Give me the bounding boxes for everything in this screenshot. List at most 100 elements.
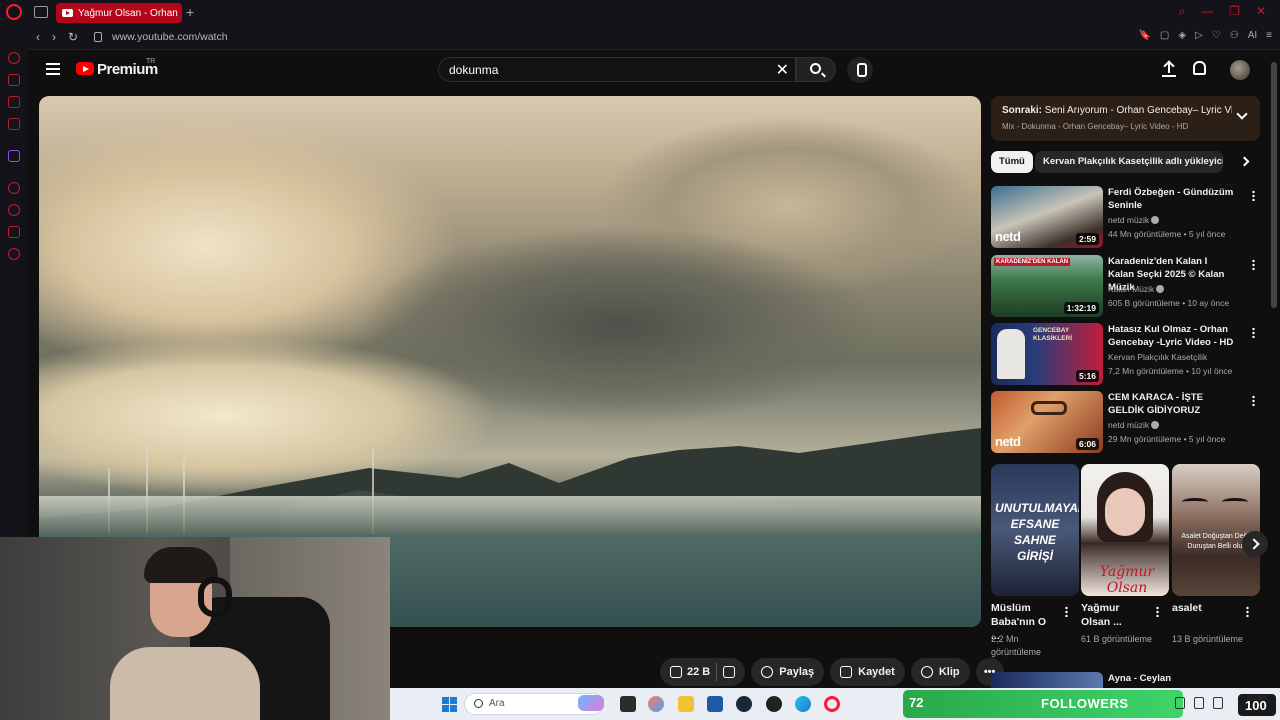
short-thumbnail[interactable]: Asalet Doğuştan Değil Duruştan Belli olu… bbox=[1172, 464, 1260, 596]
task-view-icon[interactable] bbox=[620, 696, 636, 712]
more-options-icon[interactable] bbox=[1156, 606, 1159, 617]
clip-button[interactable]: Klip bbox=[910, 658, 970, 686]
duration: 6:06 bbox=[1075, 438, 1099, 450]
short-title[interactable]: Yağmur Olsan ... bbox=[1081, 601, 1147, 629]
reload-icon[interactable]: ↻ bbox=[68, 30, 78, 44]
settings-icon[interactable] bbox=[8, 248, 20, 260]
thumbnail[interactable]: KARADENİZ'DEN KALAN 1:32:19 bbox=[991, 255, 1103, 317]
player-icon[interactable]: ▷ bbox=[1195, 30, 1203, 41]
player-sidebar-icon[interactable] bbox=[8, 182, 20, 194]
chevron-right-icon[interactable] bbox=[1239, 156, 1250, 167]
volume-icon[interactable] bbox=[1213, 697, 1223, 709]
clear-search-icon[interactable]: ✕ bbox=[776, 60, 789, 80]
notifications-bell-icon[interactable] bbox=[1193, 61, 1206, 75]
mic-tray-icon[interactable] bbox=[1175, 697, 1185, 709]
short-title[interactable]: asalet bbox=[1172, 601, 1238, 615]
short-views: 13 B görüntüleme bbox=[1172, 634, 1244, 644]
more-options-icon[interactable] bbox=[1252, 395, 1255, 406]
channel-name[interactable]: netd müzik bbox=[1108, 420, 1160, 430]
more-options-icon[interactable] bbox=[1252, 259, 1255, 270]
thumbnail[interactable] bbox=[991, 672, 1103, 688]
webcam-overlay bbox=[0, 537, 390, 720]
youtube-logo-icon[interactable] bbox=[76, 62, 94, 75]
chip-uploader[interactable]: Kervan Plakçılık Kasetçilik adlı yükleyi… bbox=[1035, 151, 1223, 173]
forward-icon[interactable]: › bbox=[52, 30, 56, 44]
short-thumbnail[interactable]: Yağmur Olsan bbox=[1081, 464, 1169, 596]
short-overlay-text: Yağmur Olsan bbox=[1099, 564, 1155, 596]
history-icon[interactable] bbox=[8, 204, 20, 216]
copilot-widget-icon[interactable] bbox=[578, 695, 604, 711]
url-field[interactable]: www.youtube.com/watch bbox=[112, 31, 228, 43]
minimize-icon[interactable]: — bbox=[1201, 4, 1213, 19]
store-icon[interactable] bbox=[707, 696, 723, 712]
opera-taskbar-icon[interactable] bbox=[824, 696, 840, 712]
hamburger-menu-icon[interactable] bbox=[46, 63, 60, 75]
list-item[interactable]: netd 2:59 Ferdi Özbeğen - Gündüzüm Senin… bbox=[991, 186, 1260, 248]
thumbnail[interactable]: netd 2:59 bbox=[991, 186, 1103, 248]
new-tab-button[interactable]: + bbox=[186, 4, 194, 20]
more-options-icon[interactable] bbox=[1246, 606, 1249, 617]
chip-all[interactable]: Tümü bbox=[991, 151, 1033, 173]
back-icon[interactable]: ‹ bbox=[36, 30, 40, 44]
upload-icon[interactable] bbox=[1162, 61, 1176, 77]
messenger-icon[interactable] bbox=[8, 96, 20, 108]
windows-start-icon[interactable] bbox=[442, 697, 457, 712]
vpn-icon[interactable]: ◈ bbox=[1178, 30, 1186, 41]
workspace-icon[interactable] bbox=[8, 74, 20, 86]
up-next-panel[interactable]: Sonraki: Seni Arıyorum - Orhan Gencebay–… bbox=[991, 96, 1260, 141]
video-title[interactable]: CEM KARACA - İŞTE GELDİK GİDİYORUZ bbox=[1108, 391, 1236, 417]
taskbar-clock[interactable]: 02:55 bbox=[1248, 693, 1267, 702]
copilot-icon[interactable] bbox=[648, 696, 664, 712]
search-input[interactable]: dokunma ✕ bbox=[438, 57, 796, 82]
search-button[interactable] bbox=[796, 57, 836, 82]
aria-icon[interactable] bbox=[8, 52, 20, 64]
thumbs-up-icon bbox=[670, 666, 682, 678]
steam-icon[interactable] bbox=[736, 696, 752, 712]
bookmark-icon[interactable]: 🔖 bbox=[1138, 30, 1150, 41]
channel-name[interactable]: Kalan Müzik bbox=[1108, 284, 1165, 294]
extensions-icon[interactable] bbox=[8, 226, 20, 238]
more-options-icon[interactable] bbox=[1252, 190, 1255, 201]
list-item[interactable]: GENCEBAY KLASİKLERİ 5:16 Hatasız Kul Olm… bbox=[991, 323, 1260, 385]
tab-islands-icon[interactable] bbox=[34, 6, 48, 18]
obs-icon[interactable] bbox=[766, 696, 782, 712]
network-icon[interactable] bbox=[1194, 697, 1204, 709]
scrollbar-thumb[interactable] bbox=[1271, 62, 1277, 308]
page-scrollbar[interactable] bbox=[1268, 50, 1280, 720]
aria-ai-button[interactable]: AI bbox=[1248, 30, 1257, 41]
shorts-next-button[interactable] bbox=[1242, 531, 1268, 557]
more-options-icon[interactable] bbox=[1065, 606, 1068, 617]
edge-icon[interactable] bbox=[795, 696, 811, 712]
thumbnail[interactable]: GENCEBAY KLASİKLERİ 5:16 bbox=[991, 323, 1103, 385]
close-icon[interactable]: ✕ bbox=[1256, 4, 1266, 19]
lock-icon[interactable] bbox=[94, 32, 102, 42]
like-button[interactable]: 22 B bbox=[670, 666, 710, 678]
instagram-icon[interactable] bbox=[8, 118, 20, 130]
easy-setup-icon[interactable]: ≡ bbox=[1266, 30, 1272, 41]
thumbs-down-icon[interactable] bbox=[723, 666, 736, 678]
opera-logo-icon[interactable] bbox=[6, 4, 22, 20]
channel-name[interactable]: netd müzik bbox=[1108, 215, 1160, 225]
more-options-icon[interactable] bbox=[1252, 327, 1255, 338]
active-tab[interactable]: Yağmur Olsan - Orhan bbox=[56, 3, 182, 23]
search-tabs-icon[interactable]: ⌕ bbox=[1178, 4, 1185, 19]
heart-icon[interactable]: ♡ bbox=[1212, 30, 1221, 41]
video-title[interactable]: Ayna - Ceylan bbox=[1108, 673, 1171, 684]
file-explorer-icon[interactable] bbox=[678, 696, 694, 712]
list-item[interactable]: KARADENİZ'DEN KALAN 1:32:19 Karadeniz'de… bbox=[991, 255, 1260, 317]
short-thumbnail[interactable]: UNUTULMAYAN EFSANE SAHNE GİRİŞİ bbox=[991, 464, 1079, 596]
share-button[interactable]: Paylaş bbox=[751, 658, 825, 686]
save-button[interactable]: Kaydet bbox=[830, 658, 905, 686]
snapshot-icon[interactable]: ▢ bbox=[1160, 30, 1169, 41]
channel-name[interactable]: Kervan Plakçılık Kasetçilik bbox=[1108, 352, 1207, 362]
list-item[interactable]: netd 6:06 CEM KARACA - İŞTE GELDİK GİDİY… bbox=[991, 391, 1260, 453]
video-title[interactable]: Ferdi Özbeğen - Gündüzüm Seninle bbox=[1108, 186, 1236, 212]
voice-search-button[interactable] bbox=[847, 57, 873, 83]
maximize-icon[interactable]: ❐ bbox=[1229, 4, 1240, 19]
thumbnail[interactable]: netd 6:06 bbox=[991, 391, 1103, 453]
avatar[interactable] bbox=[1230, 60, 1250, 80]
twitch-icon[interactable] bbox=[8, 150, 20, 162]
profile-icon[interactable]: ⚇ bbox=[1230, 30, 1239, 41]
video-title[interactable]: Hatasız Kul Olmaz - Orhan Gencebay -Lyri… bbox=[1108, 323, 1236, 349]
chevron-down-icon[interactable] bbox=[1236, 108, 1248, 120]
